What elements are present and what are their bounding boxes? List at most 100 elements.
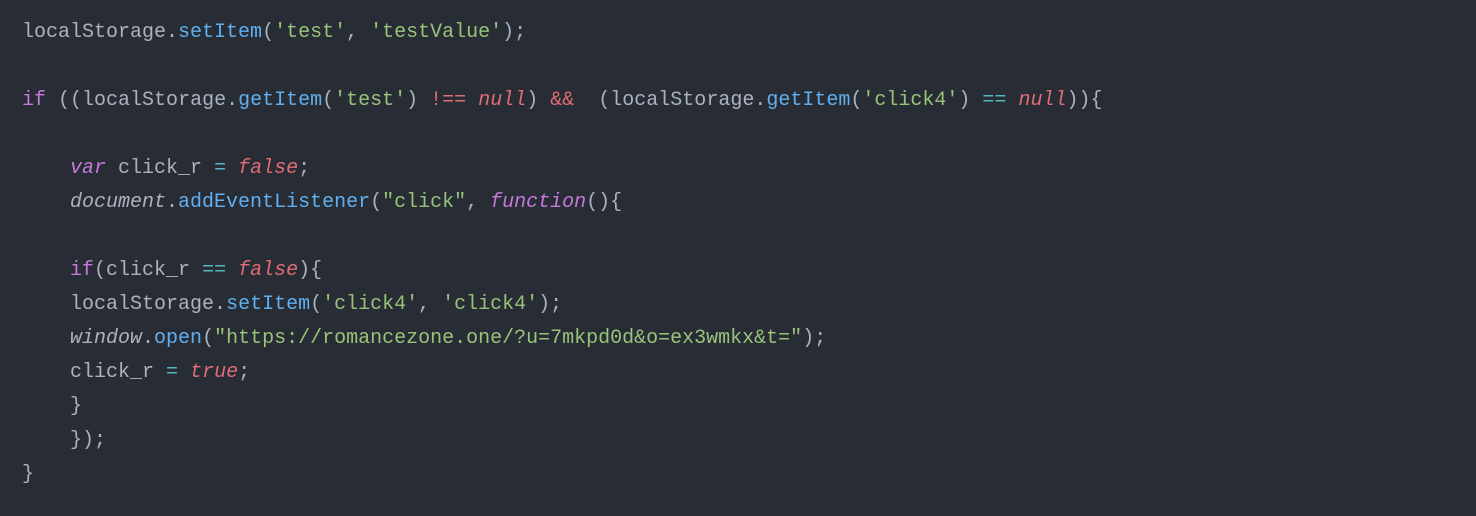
indent <box>22 259 70 282</box>
brace: } <box>70 429 82 452</box>
object-localstorage: localStorage <box>610 89 754 112</box>
indent <box>22 395 70 418</box>
indent <box>22 191 70 214</box>
space <box>106 157 118 180</box>
space <box>418 89 430 112</box>
object-localstorage: localStorage <box>82 89 226 112</box>
paren: ( <box>598 89 610 112</box>
paren: ( <box>322 89 334 112</box>
method-setitem: setItem <box>226 293 310 316</box>
paren: () <box>586 191 610 214</box>
method-setitem: setItem <box>178 21 262 44</box>
string-literal: 'click4' <box>862 89 958 112</box>
code-line: document.addEventListener("click", funct… <box>22 191 622 214</box>
variable-name: click_r <box>118 157 202 180</box>
semicolon: ; <box>514 21 526 44</box>
object-localstorage: localStorage <box>22 21 166 44</box>
string-literal: 'click4' <box>322 293 418 316</box>
paren: ) <box>802 327 814 350</box>
object-window: window <box>70 327 142 350</box>
method-addeventlistener: addEventListener <box>178 191 370 214</box>
boolean-literal: true <box>190 361 238 384</box>
comma: , <box>418 293 442 316</box>
semicolon: ; <box>298 157 310 180</box>
null-literal: null <box>478 89 526 112</box>
semicolon: ; <box>94 429 106 452</box>
operator-assign: = <box>166 361 178 384</box>
code-line: } <box>22 463 34 486</box>
code-line: } <box>22 395 82 418</box>
method-getitem: getItem <box>766 89 850 112</box>
boolean-literal: false <box>238 157 298 180</box>
operator-assign: = <box>214 157 226 180</box>
paren: ) <box>538 293 550 316</box>
string-literal: 'test' <box>274 21 346 44</box>
string-literal: "click" <box>382 191 466 214</box>
keyword-var: var <box>70 157 106 180</box>
paren: ( <box>202 327 214 350</box>
space <box>466 89 478 112</box>
operator-and: && <box>550 89 574 112</box>
space <box>178 361 190 384</box>
operator-neq: !== <box>430 89 466 112</box>
dot: . <box>142 327 154 350</box>
boolean-literal: false <box>238 259 298 282</box>
semicolon: ; <box>550 293 562 316</box>
object-document: document <box>70 191 166 214</box>
brace: { <box>1090 89 1102 112</box>
paren: ( <box>262 21 274 44</box>
string-literal: 'click4' <box>442 293 538 316</box>
method-getitem: getItem <box>238 89 322 112</box>
keyword-if: if <box>22 89 46 112</box>
code-editor: localStorage.setItem('test', 'testValue'… <box>22 16 1454 492</box>
dot: . <box>166 191 178 214</box>
keyword-function: function <box>490 191 586 214</box>
string-literal: 'testValue' <box>370 21 502 44</box>
semicolon: ; <box>238 361 250 384</box>
variable-name: click_r <box>70 361 154 384</box>
code-line: if(click_r == false){ <box>22 259 322 282</box>
brace: { <box>610 191 622 214</box>
string-url: "https://romancezone.one/?u=7mkpd0d&o=ex… <box>214 327 802 350</box>
paren: )) <box>1066 89 1090 112</box>
space <box>970 89 982 112</box>
code-line: localStorage.setItem('test', 'testValue'… <box>22 21 526 44</box>
code-line: }); <box>22 429 106 452</box>
space <box>154 361 166 384</box>
dot: . <box>754 89 766 112</box>
paren: ) <box>958 89 970 112</box>
indent <box>22 327 70 350</box>
paren: ) <box>406 89 418 112</box>
dot: . <box>166 21 178 44</box>
space <box>574 89 598 112</box>
paren: ) <box>82 429 94 452</box>
code-line: click_r = true; <box>22 361 250 384</box>
method-open: open <box>154 327 202 350</box>
string-literal: 'test' <box>334 89 406 112</box>
brace: } <box>22 463 34 486</box>
brace: { <box>310 259 322 282</box>
dot: . <box>226 89 238 112</box>
null-literal: null <box>1018 89 1066 112</box>
comma: , <box>346 21 370 44</box>
paren: ( <box>370 191 382 214</box>
brace: } <box>70 395 82 418</box>
paren: ) <box>526 89 538 112</box>
indent <box>22 157 70 180</box>
operator-eq: == <box>982 89 1006 112</box>
paren: ) <box>298 259 310 282</box>
dot: . <box>214 293 226 316</box>
variable-name: click_r <box>106 259 190 282</box>
semicolon: ; <box>814 327 826 350</box>
code-line: window.open("https://romancezone.one/?u=… <box>22 327 826 350</box>
space <box>190 259 202 282</box>
keyword-if: if <box>70 259 94 282</box>
indent <box>22 429 70 452</box>
code-line: var click_r = false; <box>22 157 310 180</box>
object-localstorage: localStorage <box>70 293 214 316</box>
space <box>226 157 238 180</box>
comma: , <box>466 191 490 214</box>
operator-eq: == <box>202 259 226 282</box>
paren: (( <box>58 89 82 112</box>
space <box>46 89 58 112</box>
